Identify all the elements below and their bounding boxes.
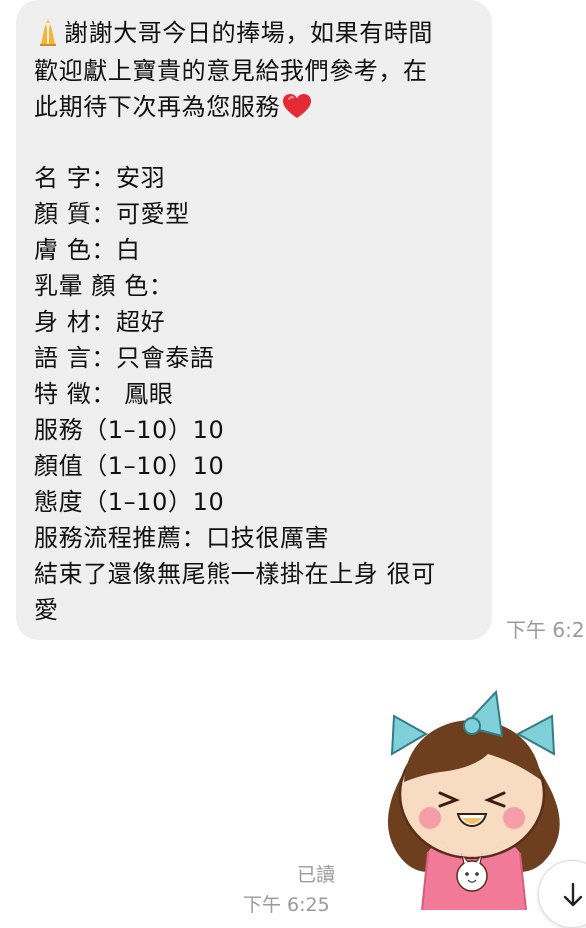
message-line-4: 名 字：安羽 xyxy=(34,164,166,192)
incoming-message-time: 下午 6:2 xyxy=(506,618,585,642)
heart-icon xyxy=(282,93,312,119)
message-line-12: 顏值（1–10）10 xyxy=(34,452,225,480)
message-line-1: 謝謝大哥今日的捧場，如果有時間 xyxy=(34,16,433,50)
message-line-14: 服務流程推薦：口技很厲害 xyxy=(34,524,330,552)
message-line-15: 結束了還像無尾熊一樣掛在上身 很可 xyxy=(34,560,436,588)
message-line-16: 愛 xyxy=(34,596,59,624)
incoming-message-bubble[interactable]: 謝謝大哥今日的捧場，如果有時間 歡迎獻上寶貴的意見給我們參考，在 此期待下次再為… xyxy=(16,0,492,640)
message-line-7: 乳暈 顏 色： xyxy=(34,272,174,300)
message-line-5: 顏 質：可愛型 xyxy=(34,200,190,228)
read-status: 已讀 xyxy=(297,864,336,886)
arrow-down-icon xyxy=(563,882,583,907)
message-line-13: 態度（1–10）10 xyxy=(34,488,225,516)
message-line-8: 身 材：超好 xyxy=(34,308,166,336)
message-line-6: 膚 色：白 xyxy=(34,236,141,264)
message-line-11: 服務（1–10）10 xyxy=(34,416,225,444)
chat-screen: 謝謝大哥今日的捧場，如果有時間 歡迎獻上寶貴的意見給我們參考，在 此期待下次再為… xyxy=(0,0,586,928)
sent-message-time: 下午 6:25 xyxy=(243,894,330,916)
message-line-3: 此期待下次再為您服務 xyxy=(34,90,312,124)
message-line-9: 語 言：只會泰語 xyxy=(34,344,215,372)
message-line-10: 特 徵： 鳳眼 xyxy=(34,380,174,408)
folded-hands-icon xyxy=(34,16,62,46)
message-line-2: 歡迎獻上寶貴的意見給我們參考，在 xyxy=(34,57,428,85)
